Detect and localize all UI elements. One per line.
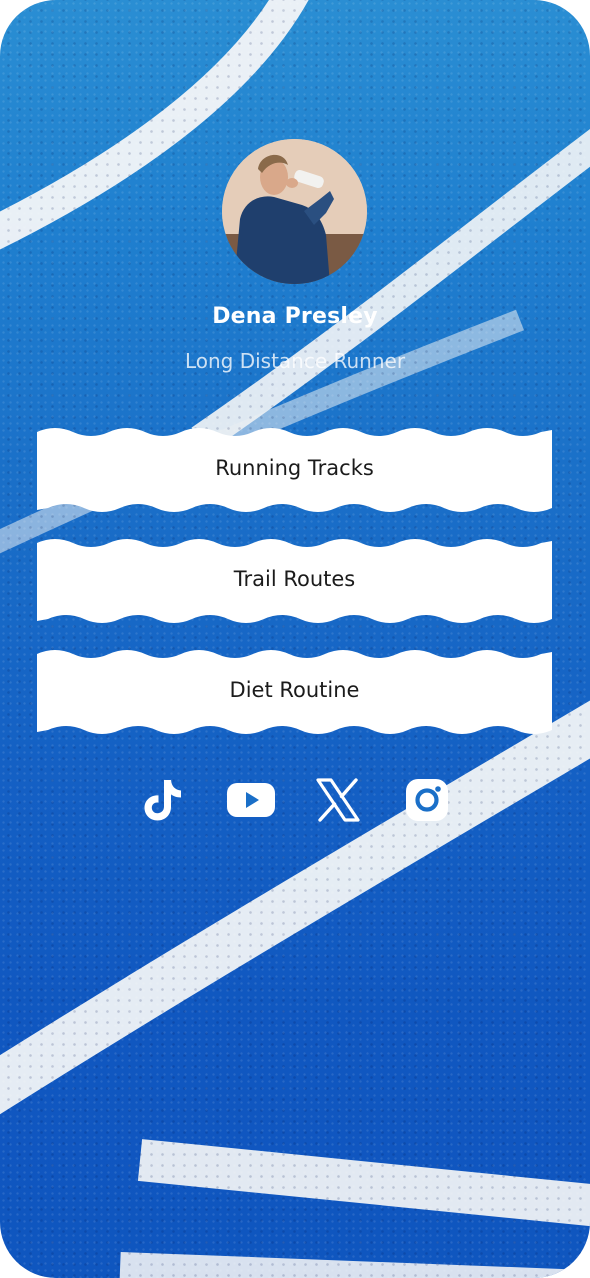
x-icon xyxy=(316,778,360,822)
instagram-icon xyxy=(406,779,448,821)
x-link[interactable] xyxy=(313,774,363,826)
link-button-trail-routes[interactable]: Trail Routes xyxy=(37,535,552,625)
link-button-running-tracks[interactable]: Running Tracks xyxy=(37,424,552,514)
social-icons-row xyxy=(0,774,590,826)
link-label: Running Tracks xyxy=(215,456,374,480)
profile-name: Dena Presley xyxy=(212,304,378,329)
link-label: Diet Routine xyxy=(229,678,360,702)
youtube-link[interactable] xyxy=(226,774,276,826)
instagram-link[interactable] xyxy=(402,774,452,826)
link-label: Trail Routes xyxy=(233,567,356,591)
tiktok-link[interactable] xyxy=(138,774,188,826)
tiktok-icon xyxy=(144,780,181,821)
phone-frame: Dena Presley Long Distance Runner Runnin… xyxy=(0,0,590,1278)
youtube-icon xyxy=(227,783,275,817)
runner-photo xyxy=(222,139,367,284)
avatar xyxy=(222,139,367,284)
profile-role: Long Distance Runner xyxy=(184,349,406,373)
link-button-diet-routine[interactable]: Diet Routine xyxy=(37,646,552,736)
